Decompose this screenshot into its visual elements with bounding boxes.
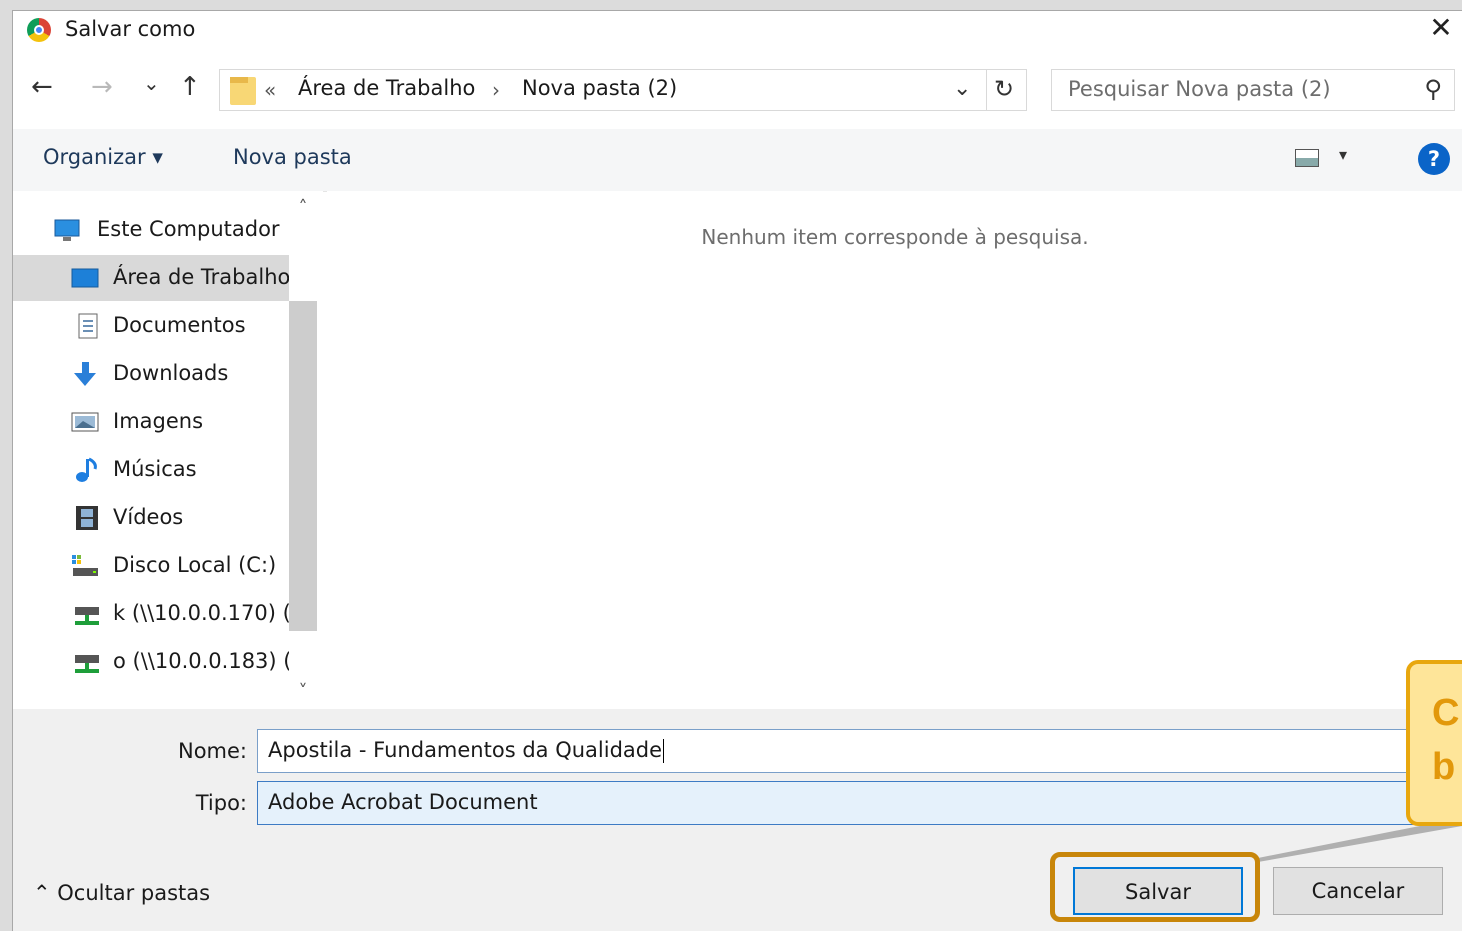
annotation-callout-text: C b xyxy=(1432,686,1462,794)
callout-line-2: b xyxy=(1432,746,1456,788)
save-button-highlight xyxy=(1050,852,1260,922)
callout-line-1: C xyxy=(1432,692,1460,734)
callout-leader-line xyxy=(1258,822,1462,862)
